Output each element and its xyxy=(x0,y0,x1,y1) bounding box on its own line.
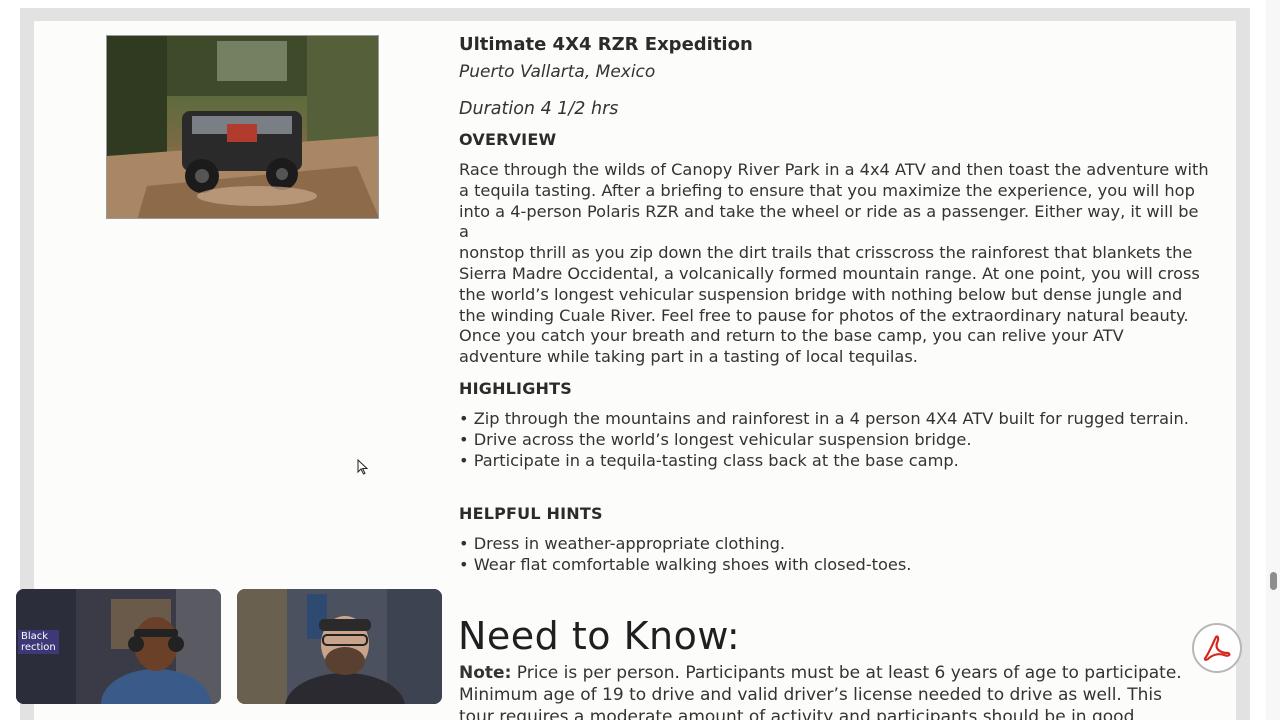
need-to-know-heading: Need to Know: xyxy=(458,614,741,658)
overview-line: nonstop thrill as you zip down the dirt … xyxy=(459,243,1193,263)
note-paragraph: Note: Price is per person. Participants … xyxy=(459,662,1219,720)
hint-item: • Wear flat comfortable walking shoes wi… xyxy=(459,555,912,575)
video-tile-guest xyxy=(237,589,442,704)
tour-photo xyxy=(106,35,379,219)
overview-line: the winding Cuale River. Feel free to pa… xyxy=(459,305,1189,325)
overview-line: adventure while taking part in a tasting… xyxy=(459,347,918,367)
highlight-item: • Participate in a tequila-tasting class… xyxy=(459,450,959,470)
overview-line: Sierra Madre Occidental, a volcanically … xyxy=(459,263,1200,283)
highlight-item: • Drive across the world’s longest vehic… xyxy=(459,429,972,449)
note-line: Minimum age of 19 to drive and valid dri… xyxy=(459,685,1162,705)
overview-line: into a 4-person Polaris RZR and take the… xyxy=(459,201,1199,242)
scrollbar-thumb[interactable] xyxy=(1270,572,1277,590)
caption-line: rection xyxy=(21,642,56,653)
overview-line: a tequila tasting. After a briefing to e… xyxy=(459,180,1195,200)
video-tile-host: Black rection xyxy=(16,589,221,704)
pdf-download-button[interactable] xyxy=(1192,623,1242,673)
tour-info: Ultimate 4X4 RZR Expedition Puerto Valla… xyxy=(459,33,1209,576)
overview-line: the world’s longest vehicular suspension… xyxy=(459,284,1183,304)
overview-line: Once you catch your breath and return to… xyxy=(459,326,1124,346)
video-tile-caption: Black rection xyxy=(18,630,59,654)
note-label: Note: xyxy=(459,663,512,683)
note-line: Note: Price is per person. Participants … xyxy=(459,662,1219,684)
overview-line: Race through the wilds of Canopy River P… xyxy=(459,160,1209,179)
mouse-pointer-icon xyxy=(357,459,369,475)
overview-text: Race through the wilds of Canopy River P… xyxy=(459,160,1209,368)
helpful-hints-heading: HELPFUL HINTS xyxy=(459,504,603,524)
adobe-pdf-icon xyxy=(1203,635,1231,661)
tour-title: Ultimate 4X4 RZR Expedition xyxy=(459,34,753,55)
highlights-list: • Zip through the mountains and rainfore… xyxy=(459,409,1209,471)
scrollbar[interactable] xyxy=(1266,0,1280,720)
overview-heading: OVERVIEW xyxy=(459,130,557,149)
caption-line: Black xyxy=(21,631,49,642)
note-text: Price is per person. Participants must b… xyxy=(511,663,1182,683)
tour-duration: Duration 4 1/2 hrs xyxy=(459,99,619,119)
hint-item: • Dress in weather-appropriate clothing. xyxy=(459,534,786,554)
tour-location: Puerto Vallarta, Mexico xyxy=(459,62,656,82)
highlights-heading: HIGHLIGHTS xyxy=(459,378,572,398)
hints-list: • Dress in weather-appropriate clothing.… xyxy=(459,534,1209,576)
note-line: tour requires a moderate amount of activ… xyxy=(459,707,1135,720)
highlight-item: • Zip through the mountains and rainfore… xyxy=(459,408,1189,428)
